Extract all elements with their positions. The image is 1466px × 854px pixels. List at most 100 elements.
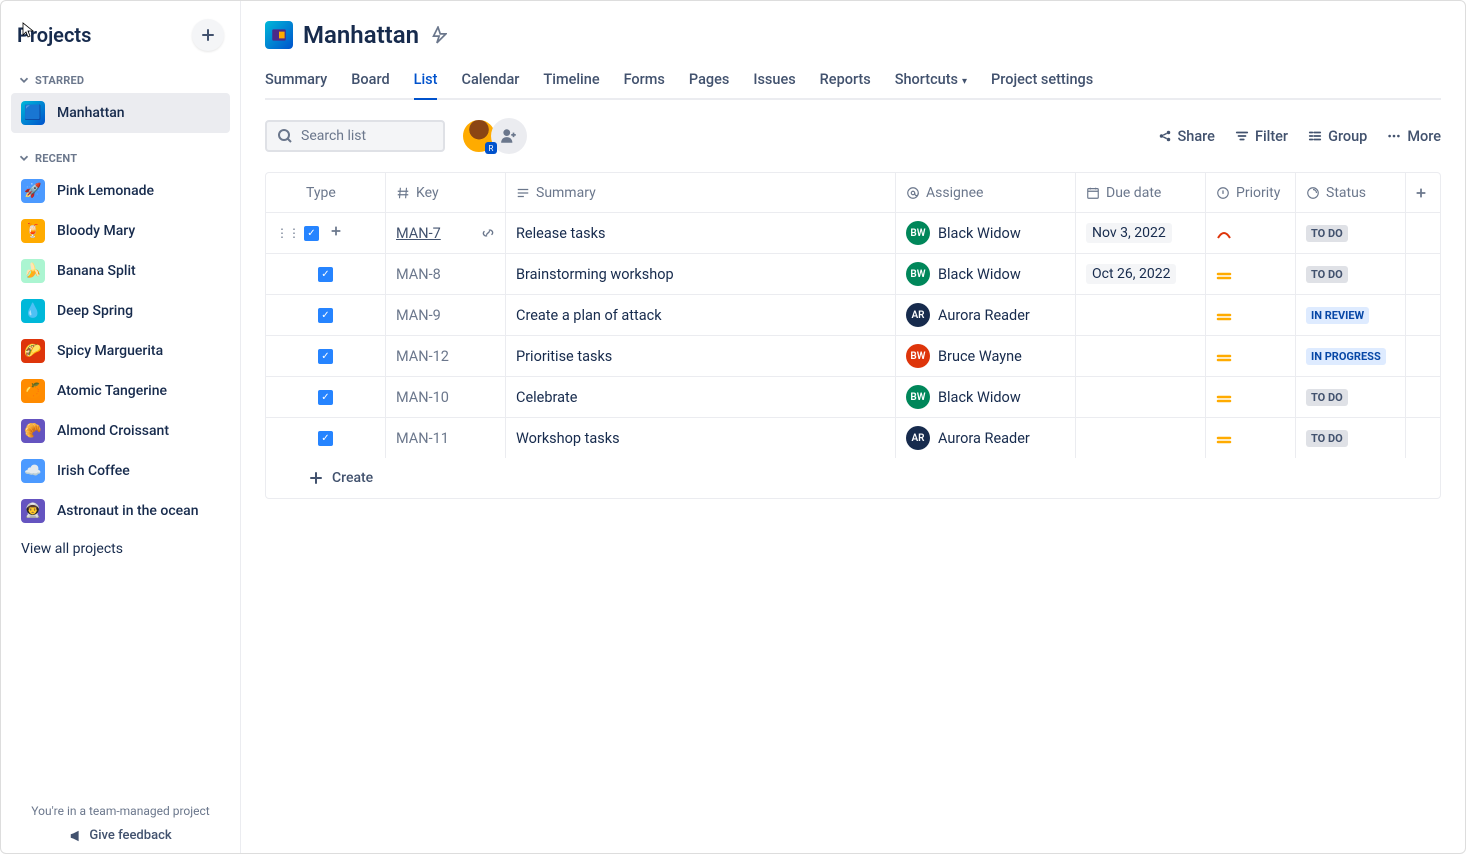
cell-type[interactable]: ⋮⋮: [266, 213, 386, 253]
cell-assignee[interactable]: BW Bruce Wayne: [896, 336, 1076, 376]
cell-status[interactable]: TO DO: [1296, 254, 1406, 294]
col-summary[interactable]: Summary: [506, 173, 896, 212]
sidebar-item[interactable]: 🚀Pink Lemonade: [11, 171, 230, 211]
automation-icon[interactable]: [429, 26, 447, 44]
cell-type[interactable]: ⋮⋮: [266, 418, 386, 458]
add-column-button[interactable]: [1406, 173, 1436, 212]
cell-status[interactable]: IN REVIEW: [1296, 295, 1406, 335]
col-key[interactable]: Key: [386, 173, 506, 212]
cell-priority[interactable]: [1206, 377, 1296, 417]
cell-summary[interactable]: Workshop tasks: [506, 418, 896, 458]
add-subtask-icon[interactable]: [329, 224, 347, 242]
cell-status[interactable]: TO DO: [1296, 418, 1406, 458]
table-row[interactable]: ⋮⋮ MAN-11 Workshop tasks AR Aurora Reade…: [266, 418, 1440, 458]
issue-key-link[interactable]: MAN-8: [396, 266, 441, 283]
sidebar-section-recent[interactable]: RECENT: [11, 145, 230, 171]
sidebar-section-starred[interactable]: STARRED: [11, 67, 230, 93]
group-button[interactable]: Group: [1308, 128, 1367, 145]
sidebar-item[interactable]: 💧Deep Spring: [11, 291, 230, 331]
cell-assignee[interactable]: BW Black Widow: [896, 213, 1076, 253]
tab-list[interactable]: List: [414, 63, 438, 98]
issue-key-link[interactable]: MAN-9: [396, 307, 441, 324]
view-all-projects-link[interactable]: View all projects: [11, 531, 230, 567]
cell-due-date[interactable]: [1076, 295, 1206, 335]
cell-summary[interactable]: Release tasks: [506, 213, 896, 253]
col-type[interactable]: Type: [266, 173, 386, 212]
table-row[interactable]: ⋮⋮ MAN-10 Celebrate BW Black Widow TO DO: [266, 377, 1440, 418]
cell-due-date[interactable]: Oct 26, 2022: [1076, 254, 1206, 294]
sidebar-item[interactable]: 🌮Spicy Marguerita: [11, 331, 230, 371]
issue-key-link[interactable]: MAN-12: [396, 348, 449, 365]
cell-assignee[interactable]: BW Black Widow: [896, 377, 1076, 417]
cell-priority[interactable]: [1206, 295, 1296, 335]
tab-reports[interactable]: Reports: [820, 63, 871, 98]
tab-timeline[interactable]: Timeline: [543, 63, 599, 98]
cell-type[interactable]: ⋮⋮: [266, 254, 386, 294]
tab-summary[interactable]: Summary: [265, 63, 327, 98]
drag-handle-icon[interactable]: ⋮⋮: [276, 226, 300, 240]
cell-key[interactable]: MAN-9: [386, 295, 506, 335]
cell-priority[interactable]: [1206, 336, 1296, 376]
tab-forms[interactable]: Forms: [624, 63, 665, 98]
cell-key[interactable]: MAN-12: [386, 336, 506, 376]
col-status[interactable]: Status: [1296, 173, 1406, 212]
search-input[interactable]: Search list: [265, 120, 445, 152]
table-row[interactable]: ⋮⋮ MAN-7 Release tasks BW Black Widow No…: [266, 213, 1440, 254]
cell-key[interactable]: MAN-10: [386, 377, 506, 417]
cell-summary[interactable]: Brainstorming workshop: [506, 254, 896, 294]
cell-due-date[interactable]: [1076, 377, 1206, 417]
sidebar-item[interactable]: 🍌Banana Split: [11, 251, 230, 291]
cell-type[interactable]: ⋮⋮: [266, 377, 386, 417]
link-icon[interactable]: [481, 226, 495, 240]
more-button[interactable]: More: [1387, 128, 1441, 145]
col-due[interactable]: Due date: [1076, 173, 1206, 212]
tab-shortcuts[interactable]: Shortcuts▾: [895, 63, 967, 98]
create-project-button[interactable]: [192, 19, 224, 51]
table-row[interactable]: ⋮⋮ MAN-12 Prioritise tasks BW Bruce Wayn…: [266, 336, 1440, 377]
cell-due-date[interactable]: [1076, 336, 1206, 376]
create-issue-button[interactable]: Create: [266, 458, 1440, 498]
cell-key[interactable]: MAN-8: [386, 254, 506, 294]
sidebar-item[interactable]: 🍊Atomic Tangerine: [11, 371, 230, 411]
cell-type[interactable]: ⋮⋮: [266, 336, 386, 376]
sidebar-item[interactable]: 👨‍🚀Astronaut in the ocean: [11, 491, 230, 531]
cell-key[interactable]: MAN-7: [386, 213, 506, 253]
sidebar-item[interactable]: 🥐Almond Croissant: [11, 411, 230, 451]
issue-key-link[interactable]: MAN-11: [396, 430, 449, 447]
tab-board[interactable]: Board: [351, 63, 389, 98]
give-feedback-button[interactable]: Give feedback: [11, 828, 230, 843]
cell-key[interactable]: MAN-11: [386, 418, 506, 458]
sidebar-item-manhattan[interactable]: 🟦 Manhattan: [11, 93, 230, 133]
issue-key-link[interactable]: MAN-7: [396, 225, 441, 242]
cell-status[interactable]: TO DO: [1296, 377, 1406, 417]
cell-summary[interactable]: Create a plan of attack: [506, 295, 896, 335]
tab-calendar[interactable]: Calendar: [461, 63, 519, 98]
sidebar-item[interactable]: ☁️Irish Coffee: [11, 451, 230, 491]
cell-priority[interactable]: [1206, 213, 1296, 253]
tab-project-settings[interactable]: Project settings: [991, 63, 1093, 98]
tab-pages[interactable]: Pages: [689, 63, 729, 98]
tab-issues[interactable]: Issues: [753, 63, 795, 98]
cell-assignee[interactable]: AR Aurora Reader: [896, 295, 1076, 335]
col-priority[interactable]: Priority: [1206, 173, 1296, 212]
cell-summary[interactable]: Prioritise tasks: [506, 336, 896, 376]
cell-type[interactable]: ⋮⋮: [266, 295, 386, 335]
col-assignee[interactable]: Assignee: [896, 173, 1076, 212]
share-button[interactable]: Share: [1158, 128, 1215, 145]
filter-button[interactable]: Filter: [1235, 128, 1288, 145]
table-row[interactable]: ⋮⋮ MAN-8 Brainstorming workshop BW Black…: [266, 254, 1440, 295]
table-row[interactable]: ⋮⋮ MAN-9 Create a plan of attack AR Auro…: [266, 295, 1440, 336]
priority-high-icon: [1216, 227, 1232, 239]
cell-status[interactable]: IN PROGRESS: [1296, 336, 1406, 376]
cell-summary[interactable]: Celebrate: [506, 377, 896, 417]
cell-due-date[interactable]: [1076, 418, 1206, 458]
cell-status[interactable]: TO DO: [1296, 213, 1406, 253]
cell-assignee[interactable]: AR Aurora Reader: [896, 418, 1076, 458]
cell-assignee[interactable]: BW Black Widow: [896, 254, 1076, 294]
issue-key-link[interactable]: MAN-10: [396, 389, 449, 406]
cell-due-date[interactable]: Nov 3, 2022: [1076, 213, 1206, 253]
cell-priority[interactable]: [1206, 418, 1296, 458]
filter-icon: [1235, 129, 1249, 143]
sidebar-item[interactable]: 🍹Bloody Mary: [11, 211, 230, 251]
cell-priority[interactable]: [1206, 254, 1296, 294]
